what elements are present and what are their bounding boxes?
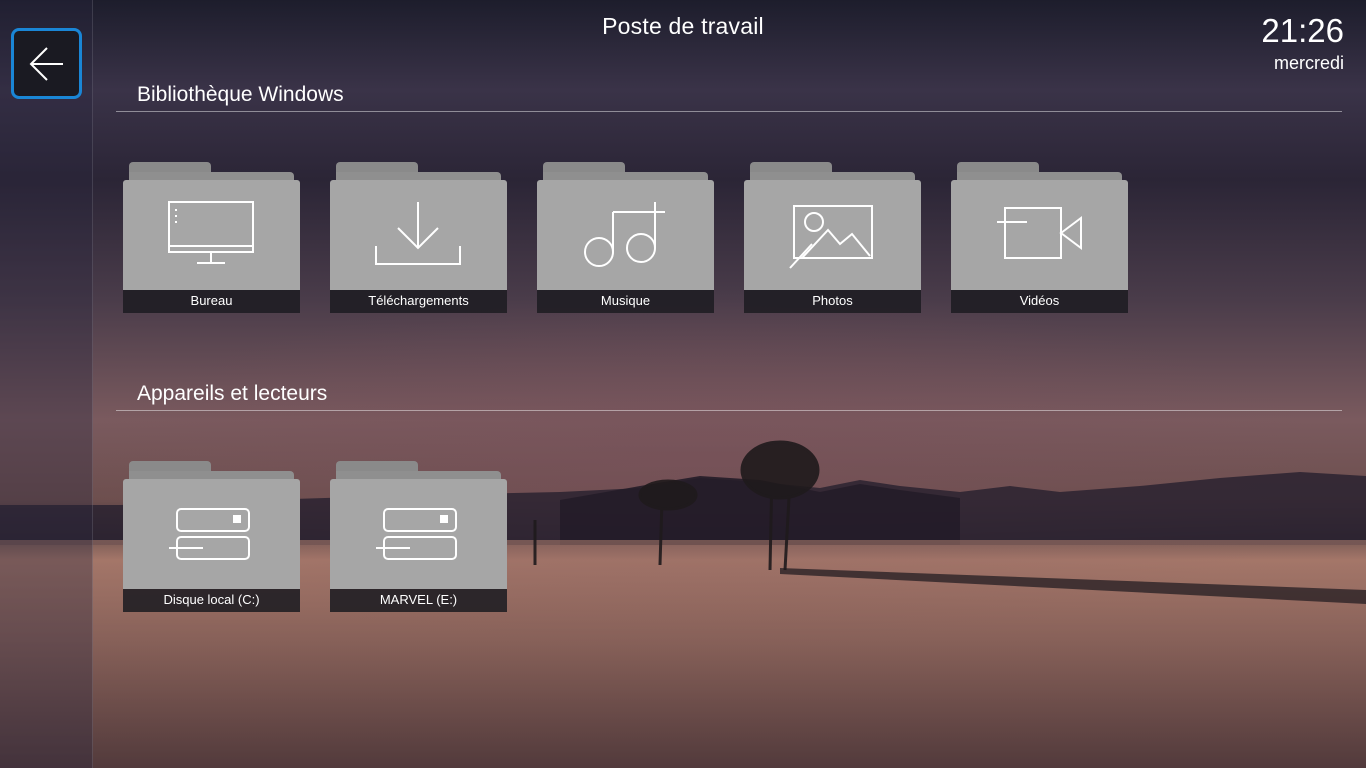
music-note-icon (583, 202, 665, 267)
arrow-left-icon (29, 46, 63, 81)
drive-c[interactable]: Disque local (C:) (123, 461, 300, 614)
window-title: Poste de travail (602, 13, 764, 39)
folder-label: Bureau (123, 290, 300, 313)
folder-telechargements[interactable]: Téléchargements (330, 162, 507, 315)
folder-label: Téléchargements (330, 290, 507, 313)
folder-label: Musique (537, 290, 714, 313)
drive-e[interactable]: MARVEL (E:) (330, 461, 507, 614)
folder-label: Vidéos (951, 290, 1128, 313)
section-heading-devices: Appareils et lecteurs (137, 382, 328, 405)
drive-label: MARVEL (E:) (330, 589, 507, 612)
folder-bureau[interactable]: Bureau (123, 162, 300, 315)
folder-photos[interactable]: Photos (744, 162, 921, 315)
folder-musique[interactable]: Musique (537, 162, 714, 315)
clock-time: 21:26 (1261, 12, 1344, 49)
hard-drive-icon (375, 508, 457, 560)
hard-drive-icon (168, 508, 250, 560)
folder-videos[interactable]: Vidéos (951, 162, 1128, 315)
folder-label: Photos (744, 290, 921, 313)
monitor-icon (167, 201, 254, 264)
clock-day: mercredi (1273, 53, 1344, 73)
video-camera-icon (996, 207, 1082, 259)
section-divider (116, 410, 1342, 411)
picture-icon (788, 205, 873, 269)
clock: 21:26 mercredi (1261, 12, 1344, 74)
section-divider (116, 111, 1342, 112)
drive-label: Disque local (C:) (123, 589, 300, 612)
section-heading-libraries: Bibliothèque Windows (137, 83, 344, 106)
sidebar (0, 0, 93, 768)
download-icon (374, 202, 461, 265)
